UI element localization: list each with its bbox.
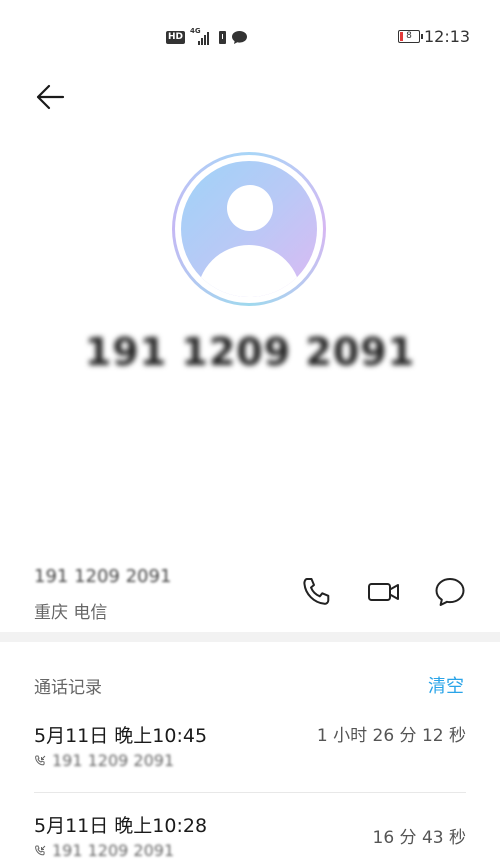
hd-icon: HD xyxy=(166,30,186,44)
carrier-location: 重庆 电信 xyxy=(34,603,108,623)
signal-icon: 4G xyxy=(190,27,214,45)
battery-icon: 8 xyxy=(398,30,423,43)
call-date: 5月11日 晚上10:28 xyxy=(34,815,208,837)
message-bubble-icon xyxy=(435,578,465,606)
call-number: 191 1209 2091 xyxy=(52,751,175,770)
section-divider xyxy=(0,632,500,642)
phone-number: 191 1209 2091 xyxy=(34,566,172,587)
chat-notification-icon xyxy=(232,30,248,44)
clear-history-button[interactable]: 清空 xyxy=(428,672,464,698)
call-duration: 1 小时 26 分 12 秒 xyxy=(316,726,466,746)
status-right: 8 12:13 xyxy=(398,27,470,46)
avatar-placeholder-icon xyxy=(181,161,317,297)
avatar xyxy=(172,152,326,306)
back-button[interactable] xyxy=(34,82,66,112)
clock: 12:13 xyxy=(424,27,471,46)
call-duration: 16 分 43 秒 xyxy=(372,828,466,848)
incoming-call-icon xyxy=(35,845,46,855)
video-call-button[interactable] xyxy=(364,574,404,610)
call-history-title: 通话记录 xyxy=(34,678,102,698)
sim-card-icon xyxy=(219,30,227,44)
video-camera-icon xyxy=(368,583,399,601)
call-number: 191 1209 2091 xyxy=(52,841,175,860)
call-button[interactable] xyxy=(298,574,334,610)
call-date: 5月11日 晚上10:45 xyxy=(34,725,208,747)
call-log-item[interactable]: 5月11日 晚上10:45 191 1209 2091 1 小时 26 分 12… xyxy=(34,721,466,787)
status-icons: HD 4G xyxy=(166,27,248,46)
phone-icon xyxy=(303,578,330,605)
message-button[interactable] xyxy=(432,574,468,610)
status-bar: HD 4G 8 12:13 xyxy=(0,0,500,74)
call-log-item[interactable]: 5月11日 晚上10:28 191 1209 2091 16 分 43 秒 xyxy=(34,811,466,866)
contact-number: 191 1209 2091 xyxy=(84,330,416,374)
back-arrow-icon xyxy=(36,84,65,110)
battery-level: 8 xyxy=(406,31,412,41)
incoming-call-icon xyxy=(35,755,46,765)
row-divider xyxy=(34,792,466,793)
